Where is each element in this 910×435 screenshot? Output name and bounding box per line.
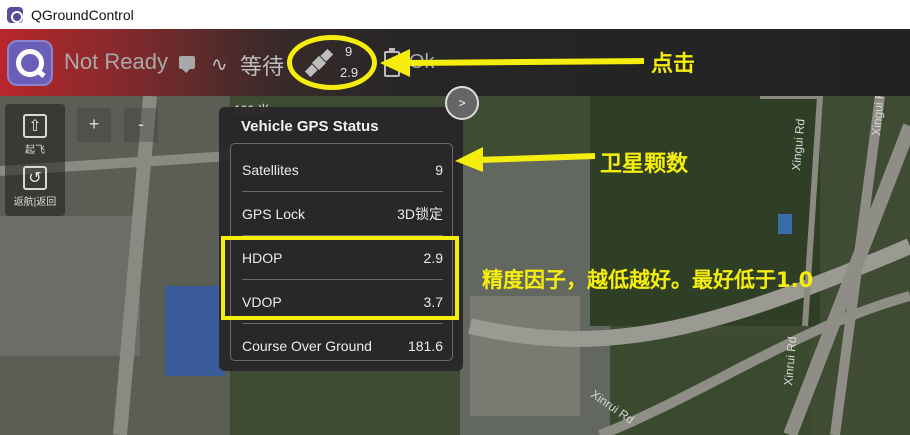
return-label: 返航|返回 [13, 197, 57, 208]
arrow-icon [455, 147, 595, 172]
zoom-out-button[interactable]: - [124, 108, 158, 142]
gps-row-satellites: Satellites 9 [242, 148, 443, 192]
takeoff-icon: ⇧ [23, 114, 47, 138]
return-button[interactable]: ↺ 返航|返回 [5, 162, 65, 214]
row-label: Course Over Ground [242, 338, 372, 354]
flight-mode-icon: ∿ [211, 52, 228, 76]
window-title: QGroundControl [31, 6, 134, 23]
annotation-click: 点击 [651, 52, 696, 77]
arrow-icon [380, 49, 644, 77]
window-titlebar: QGroundControl [0, 0, 910, 29]
vehicle-status[interactable]: Not Ready [64, 49, 168, 75]
annotation-satellites: 卫星颗数 [600, 152, 689, 177]
qgc-logo-button[interactable] [7, 40, 53, 86]
row-value: 9 [435, 161, 443, 178]
annotation-dop: 精度因子，越低越好。最好低于1.0 [482, 268, 814, 292]
gps-highlight-circle [287, 35, 377, 90]
gps-row-course: Course Over Ground 181.6 [242, 324, 443, 368]
row-label: GPS Lock [242, 205, 306, 222]
zoom-in-button[interactable]: + [77, 108, 111, 142]
qgc-logo-icon [16, 49, 44, 77]
takeoff-label: 起飞 [25, 145, 45, 156]
row-value: 181.6 [407, 338, 443, 354]
expand-panel-button[interactable]: > [445, 86, 479, 120]
gps-panel-title: Vehicle GPS Status [241, 118, 379, 135]
gps-row-lock: GPS Lock 3D锁定 [242, 192, 443, 236]
plan-tool-strip: ⇧ 起飞 ↺ 返航|返回 [5, 104, 65, 216]
return-icon: ↺ [23, 166, 47, 190]
dop-highlight-box [221, 236, 459, 320]
flight-mode-label[interactable]: 等待 [240, 49, 284, 81]
row-label: Satellites [242, 161, 299, 178]
takeoff-button[interactable]: ⇧ 起飞 [5, 110, 65, 162]
row-value: 3D锁定 [397, 205, 443, 222]
app-logo-icon [7, 6, 23, 23]
message-icon[interactable] [179, 56, 195, 73]
